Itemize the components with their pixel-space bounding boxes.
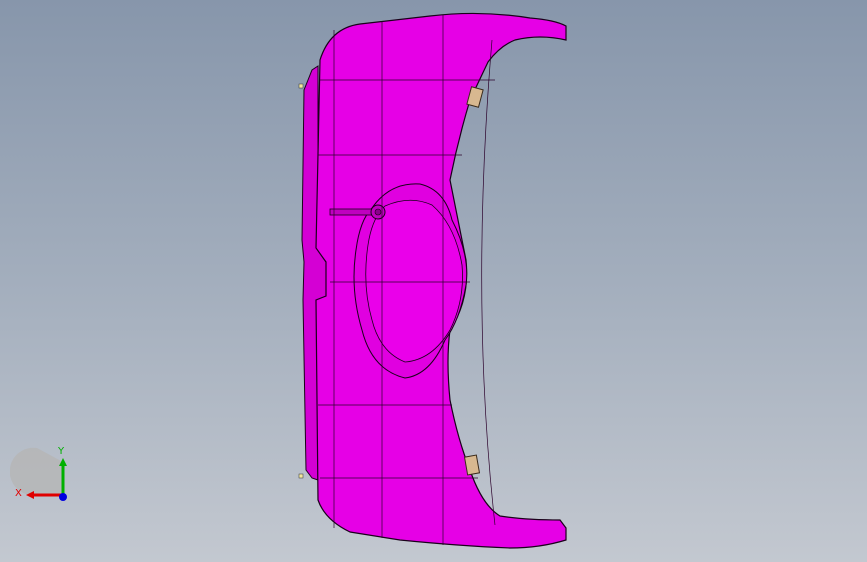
housing-part[interactable]: [298, 12, 567, 549]
pin-boss: [329, 208, 376, 216]
z-axis-dot: [59, 493, 67, 501]
coordinate-triad: X Y: [10, 446, 67, 501]
cad-viewport[interactable]: [0, 0, 867, 562]
pin-hole-inner: [374, 208, 382, 216]
marker-bottom: [298, 473, 304, 479]
y-axis-label: Y: [57, 446, 65, 457]
x-axis-label: X: [15, 488, 22, 499]
clip-bottom: [463, 454, 481, 476]
marker-top: [298, 83, 304, 89]
